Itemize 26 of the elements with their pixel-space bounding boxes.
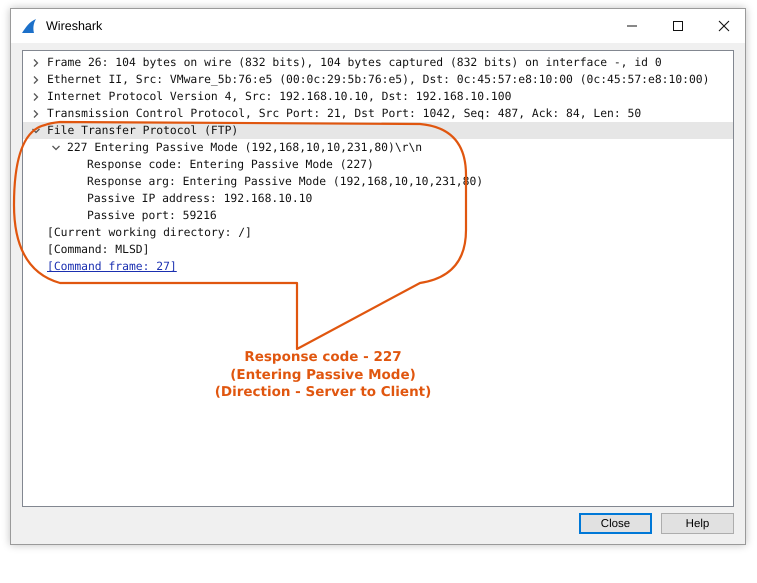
dialog-button[interactable]: Help bbox=[661, 513, 734, 534]
callout-text: (Entering Passive Mode) bbox=[230, 366, 416, 384]
tree-item-link[interactable]: [Command frame: 27] bbox=[47, 258, 177, 275]
close-icon[interactable] bbox=[718, 20, 730, 32]
callout-text: (Direction - Server to Client) bbox=[214, 384, 432, 402]
tree-item[interactable]: Ethernet II, Src: VMware_5b:76:e5 (00:0c:29:5b:76:e5), Dst: 0c:45:57:e8:10:00 (0c:45:57:e8:10:00) bbox=[47, 71, 710, 88]
window-title: Wireshark bbox=[46, 19, 102, 33]
tree-item[interactable]: Passive port: 59216 bbox=[87, 207, 217, 224]
chevron-down-icon[interactable] bbox=[31, 126, 41, 136]
callout-text: Response code - 227 bbox=[244, 349, 402, 366]
chevron-right-icon[interactable] bbox=[31, 58, 41, 68]
chevron-right-icon[interactable] bbox=[31, 74, 41, 84]
tree-item[interactable]: Internet Protocol Version 4, Src: 192.168.10.10, Dst: 192.168.10.100 bbox=[47, 88, 512, 105]
shark-fin-icon bbox=[20, 17, 38, 35]
tree-item[interactable]: [Command: MLSD] bbox=[47, 241, 150, 258]
tree-item[interactable]: Passive IP address: 192.168.10.10 bbox=[87, 190, 312, 207]
chevron-down-icon[interactable] bbox=[51, 142, 61, 152]
tree-item[interactable]: Response code: Entering Passive Mode (227) bbox=[87, 156, 374, 173]
tree-item[interactable]: 227 Entering Passive Mode (192,168,10,10,231,80)\r\n bbox=[67, 139, 422, 156]
tree-item[interactable]: Transmission Control Protocol, Src Port: 21, Dst Port: 1042, Seq: 487, Ack: 84, Len: 50 bbox=[47, 105, 642, 122]
chevron-right-icon[interactable] bbox=[31, 108, 41, 118]
tree-item[interactable]: Frame 26: 104 bytes on wire (832 bits), 104 bytes captured (832 bits) on interface -, id 0 bbox=[47, 54, 662, 71]
dialog-button[interactable]: Close bbox=[579, 513, 652, 534]
maximize-icon[interactable] bbox=[672, 20, 684, 32]
tree-item[interactable]: [Current working directory: /] bbox=[47, 224, 252, 241]
chevron-right-icon[interactable] bbox=[31, 92, 41, 102]
